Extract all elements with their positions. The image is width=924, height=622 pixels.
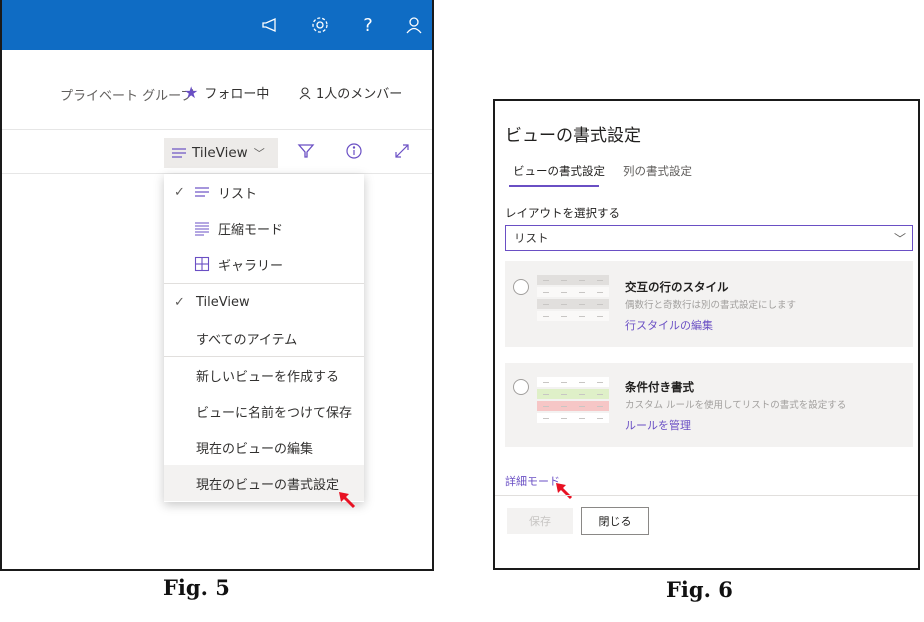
menu-item-label: ビューに名前をつけて保存 [196,405,353,421]
layout-select-label: レイアウトを選択する [505,206,620,220]
menu-item-label: ギャラリー [218,258,284,274]
tab-format-column[interactable]: 列の書式設定 [623,163,692,179]
menu-item-save-view-as[interactable]: ビューに名前をつけて保存 [164,393,364,429]
list-icon [172,148,186,158]
gallery-icon [194,256,210,272]
conditional-format-radio[interactable] [513,379,529,395]
menu-item-label: 現在のビューの書式設定 [196,477,340,493]
suite-top-bar: ? [2,0,432,50]
person-icon[interactable] [402,13,426,37]
menu-item-gallery[interactable]: ギャラリー [164,246,364,282]
red-arrow-icon [556,483,573,500]
menu-item-label: TileView [196,294,250,310]
menu-item-all-items[interactable]: すべてのアイテム [164,320,364,356]
layout-dropdown-value: リスト [514,231,549,245]
check-icon: ✓ [174,184,185,200]
manage-rules-link[interactable]: ルールを管理 [625,417,691,433]
private-group-label: プライベート グループ [60,89,194,104]
menu-item-tileview[interactable]: ✓ TileView [164,284,364,320]
save-button[interactable]: 保存 [507,508,573,534]
chevron-down-icon: ﹀ [893,232,906,246]
menu-item-label: 圧縮モード [218,222,284,238]
menu-item-format-view[interactable]: 現在のビューの書式設定 [164,465,364,501]
panel-title: ビューの書式設定 [505,126,641,146]
follow-label: フォロー中 [204,87,270,102]
layout-dropdown[interactable]: リスト ﹀ [505,225,913,251]
tab-format-view[interactable]: ビューの書式設定 [513,163,605,179]
chevron-down-icon: ﹀ [253,147,265,160]
card-title: 交互の行のスタイル [625,280,729,294]
follow-button[interactable]: ★ フォロー中 [184,83,269,102]
list-icon [195,187,209,197]
fig5-panel: ? プライベート グループ ★ フォロー中 1人のメンバー TileView ﹀ [0,0,434,571]
megaphone-icon[interactable] [258,13,282,37]
edit-row-style-link[interactable]: 行スタイルの編集 [625,317,713,333]
check-icon: ✓ [174,294,185,310]
view-dropdown-menu: ✓ リスト 圧縮モード ギャラリー ✓ TileView すべてのアイテム 新し… [164,174,364,502]
view-switcher-button[interactable]: TileView ﹀ [164,138,278,168]
members-button[interactable]: 1人のメンバー [298,83,402,102]
person-icon [299,86,311,99]
menu-item-label: 新しいビューを作成する [196,369,340,385]
conditional-format-card: 条件付き書式 カスタム ルールを使用してリストの書式を設定する ルールを管理 [505,363,913,447]
fig6-panel: ビューの書式設定 ビューの書式設定 列の書式設定 レイアウトを選択する リスト … [493,99,920,570]
members-label: 1人のメンバー [316,87,403,102]
filter-icon[interactable] [296,141,320,165]
card-description: 偶数行と奇数行は別の書式設定にします [625,300,797,311]
card-description: カスタム ルールを使用してリストの書式を設定する [625,400,847,411]
close-button[interactable]: 閉じる [581,507,649,535]
advanced-mode-link[interactable]: 詳細モード [505,473,560,489]
star-icon: ★ [184,83,199,102]
conditional-format-thumbnail [537,377,609,425]
menu-item-compact[interactable]: 圧縮モード [164,210,364,246]
footer-divider [495,495,918,496]
card-title: 条件付き書式 [625,380,694,394]
group-header: プライベート グループ ★ フォロー中 1人のメンバー [2,50,432,130]
alternating-rows-card: 交互の行のスタイル 偶数行と奇数行は別の書式設定にします 行スタイルの編集 [505,261,913,347]
view-switcher-label: TileView [192,145,248,161]
alternating-rows-thumbnail [537,275,609,323]
view-toolbar: TileView ﹀ [2,130,432,174]
fig5-caption: Fig. 5 [163,575,230,600]
expand-icon[interactable] [392,141,416,165]
menu-item-list[interactable]: ✓ リスト [164,174,364,210]
fig6-caption: Fig. 6 [666,577,733,602]
alternating-rows-radio[interactable] [513,279,529,295]
menu-item-create-view[interactable]: 新しいビューを作成する [164,357,364,393]
menu-item-label: 現在のビューの編集 [196,441,314,457]
active-tab-indicator [509,185,599,187]
info-icon[interactable] [344,141,368,165]
red-arrow-icon [339,492,356,509]
menu-item-label: すべてのアイテム [196,332,298,348]
gear-icon[interactable] [308,13,332,37]
compact-list-icon [195,222,209,236]
menu-item-edit-view[interactable]: 現在のビューの編集 [164,429,364,465]
menu-item-label: リスト [218,186,258,202]
help-icon[interactable]: ? [356,13,380,37]
